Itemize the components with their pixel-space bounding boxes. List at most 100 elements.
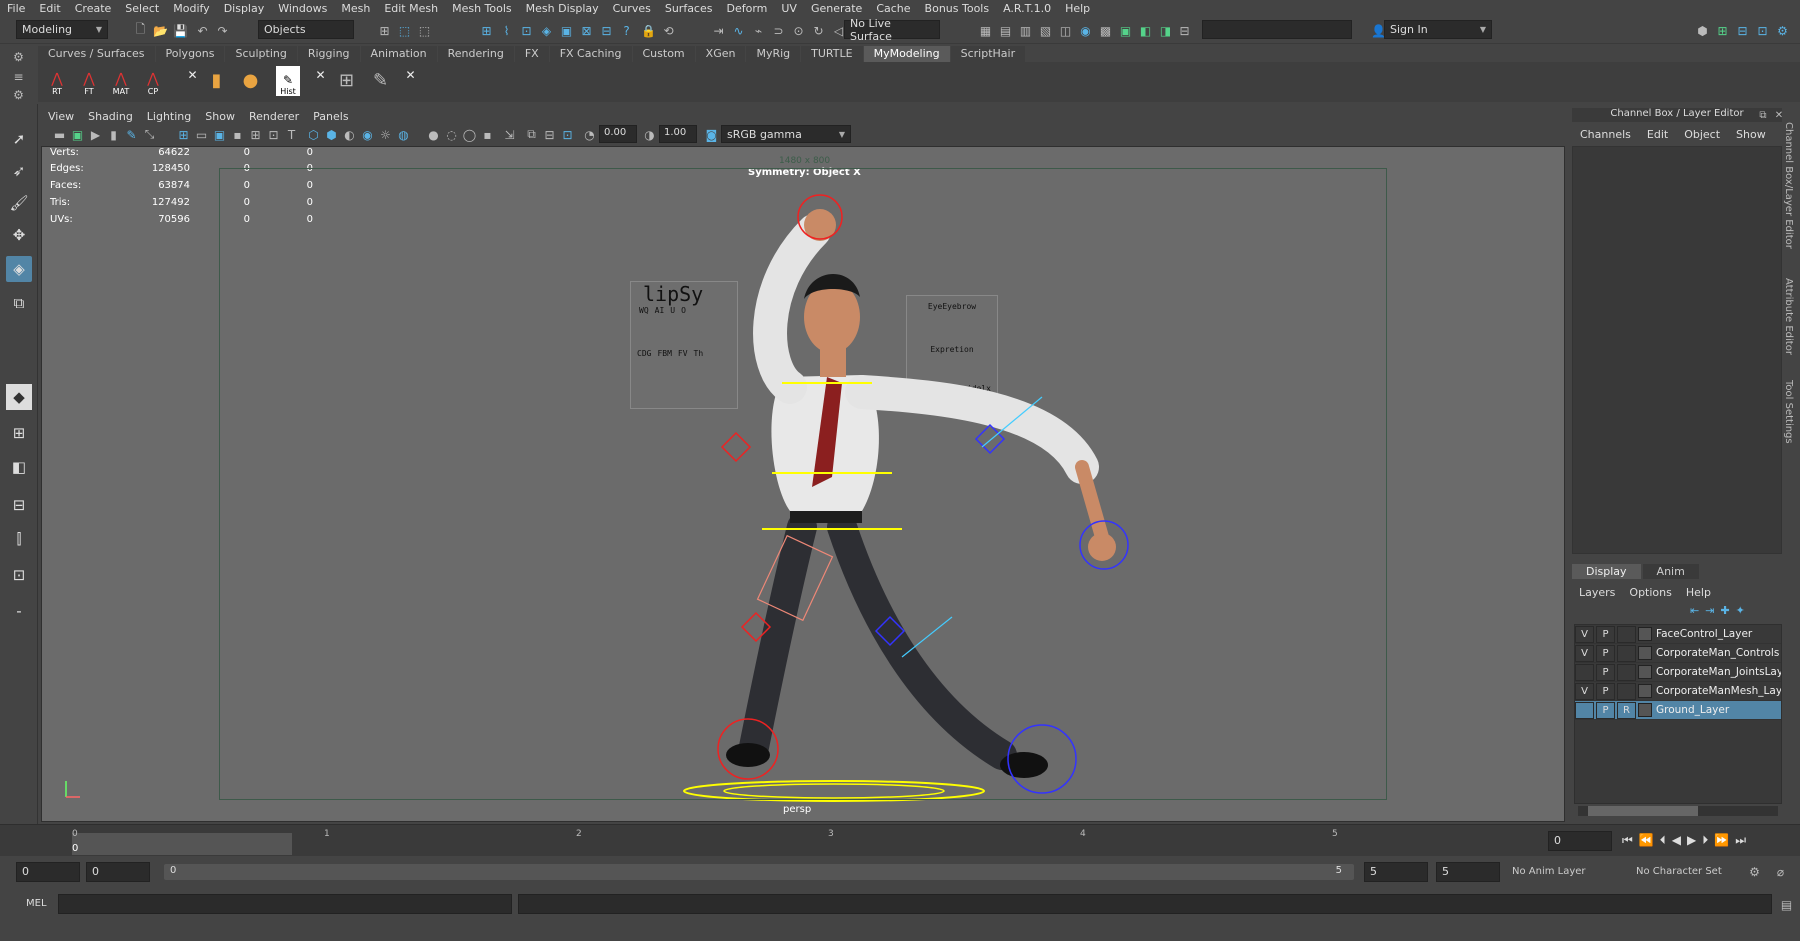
wireframe-on-shaded-icon[interactable]: ◐	[341, 126, 358, 143]
construction-icon[interactable]: ⌁	[750, 22, 767, 39]
wireframe-icon[interactable]: ⬡	[305, 126, 322, 143]
textured-icon[interactable]: ◉	[359, 126, 376, 143]
shelf-tab-sculpting[interactable]: Sculpting	[225, 46, 297, 62]
step-forward-frame-icon[interactable]: ⏵	[1702, 833, 1708, 848]
shelf-tab-fx[interactable]: FX	[514, 46, 549, 62]
new-scene-icon[interactable]: 🗋	[132, 22, 149, 39]
grid-icon[interactable]: ⊞	[338, 70, 355, 91]
shelf-tab-animation[interactable]: Animation	[360, 46, 437, 62]
time-slider[interactable]: 0 0 1 2 3 4 5 0 ⏮ ⏪ ⏴ ◀ ▶ ⏵ ⏩ ⏭	[0, 824, 1800, 856]
script-editor-icon[interactable]: ▤	[1778, 896, 1795, 913]
turtle-icon[interactable]: ◉	[1077, 22, 1094, 39]
render-settings-icon[interactable]: ▧	[1037, 22, 1054, 39]
tab-tool-settings[interactable]: Tool Settings	[1783, 380, 1794, 444]
shelf-tab-curves-surfaces[interactable]: Curves / Surfaces	[38, 46, 155, 62]
layer-row[interactable]: V P FaceControl_Layer	[1575, 625, 1781, 644]
shelf-tab-scripthair[interactable]: ScriptHair	[950, 46, 1026, 62]
close-icon[interactable]: ✕	[184, 66, 201, 83]
layer-visibility-toggle[interactable]	[1575, 701, 1594, 719]
layout-single-pane-icon[interactable]: ◆	[6, 384, 32, 410]
snap-curve-icon[interactable]: ⌇	[498, 22, 515, 39]
magnet-icon[interactable]: ⊃	[770, 22, 787, 39]
mel-label[interactable]: MEL	[26, 898, 47, 909]
motion-blur-icon[interactable]: ◌	[443, 126, 460, 143]
layer-playback-toggle[interactable]: P	[1596, 625, 1615, 643]
lasso-tool-icon[interactable]: ➶	[6, 158, 32, 184]
shelf-tab-rigging[interactable]: Rigging	[297, 46, 360, 62]
channel-menu-show[interactable]: Show	[1728, 128, 1774, 141]
lock-icon[interactable]: 🔒	[640, 22, 657, 39]
layout-four-pane-icon[interactable]: ⊞	[6, 420, 32, 446]
select-by-component-icon[interactable]: ⬚	[416, 22, 433, 39]
gamma-field[interactable]: 1.00	[659, 125, 697, 143]
layer-visibility-toggle[interactable]: V	[1575, 625, 1594, 643]
field-chart-icon[interactable]: ⊞	[247, 126, 264, 143]
history-icon[interactable]: ⟲	[660, 22, 677, 39]
twod-pan-icon[interactable]: ⤡	[141, 126, 158, 143]
select-tool-icon[interactable]: ➚	[6, 126, 32, 152]
snap-projected-icon[interactable]: ◈	[538, 22, 555, 39]
shelf-cp-icon[interactable]: ⋀ CP	[140, 66, 166, 96]
menu-edit-mesh[interactable]: Edit Mesh	[377, 2, 445, 15]
bucket-icon[interactable]: ▮	[208, 70, 225, 91]
ambient-occlusion-icon[interactable]: ●	[425, 126, 442, 143]
menu-windows[interactable]: Windows	[271, 2, 334, 15]
playback-end-field[interactable]: 5	[1364, 862, 1428, 882]
layer-display-type-toggle[interactable]: R	[1617, 701, 1636, 719]
tab-display[interactable]: Display	[1572, 564, 1641, 579]
toggle-panel-icon[interactable]: ⊟	[1176, 22, 1193, 39]
layer-playback-toggle[interactable]: P	[1596, 663, 1615, 681]
paint-select-icon[interactable]: 🖌	[6, 190, 32, 216]
layer-row[interactable]: P CorporateMan_JointsLay	[1575, 663, 1781, 682]
sign-in-button[interactable]: Sign In ▼	[1384, 20, 1492, 39]
move-layer-up-icon[interactable]: ⇤	[1690, 604, 1699, 617]
layer-display-type-toggle[interactable]	[1617, 682, 1636, 700]
undo-icon[interactable]: ↶	[194, 22, 211, 39]
menu-file[interactable]: File	[0, 2, 32, 15]
layer-visibility-toggle[interactable]	[1575, 663, 1594, 681]
channel-menu-edit[interactable]: Edit	[1639, 128, 1676, 141]
shelf-tab-fx-caching[interactable]: FX Caching	[549, 46, 632, 62]
render-view-icon[interactable]: ▦	[977, 22, 994, 39]
mel-input[interactable]	[58, 894, 512, 914]
lights-icon[interactable]: ☼	[377, 126, 394, 143]
workspace-icon[interactable]: ⬢	[1694, 22, 1711, 39]
menu-set-dropdown[interactable]: Modeling ▼	[16, 20, 108, 39]
open-scene-icon[interactable]: 📂	[152, 22, 169, 39]
layer-playback-toggle[interactable]: P	[1596, 701, 1615, 719]
shelf-tab-mymodeling[interactable]: MyModeling	[863, 46, 950, 62]
layer-menu-help[interactable]: Help	[1679, 586, 1718, 599]
menu-display[interactable]: Display	[217, 2, 272, 15]
select-by-object-icon[interactable]: ⬚	[396, 22, 413, 39]
xray-joints-icon[interactable]: ⊟	[541, 126, 558, 143]
time-track[interactable]: 0 0 1 2 3 4 5	[16, 829, 1538, 855]
float-panel-icon[interactable]: ⧉	[1756, 108, 1770, 122]
sphere-icon[interactable]: ●	[242, 70, 259, 91]
shelf-settings-icon[interactable]: ⚙	[10, 86, 27, 103]
step-back-frame-icon[interactable]: ⏴	[1660, 833, 1666, 848]
safe-action-icon[interactable]: ⊡	[265, 126, 282, 143]
anim-layer-dropdown[interactable]: No Anim Layer	[1512, 866, 1586, 877]
shadows-icon[interactable]: ◍	[395, 126, 412, 143]
layer-menu-options[interactable]: Options	[1622, 586, 1678, 599]
step-forward-key-icon[interactable]: ⏩	[1714, 833, 1729, 848]
save-scene-icon[interactable]: 💾	[172, 22, 189, 39]
shelf-mat-icon[interactable]: ⋀ MAT	[108, 66, 134, 96]
menu-edit[interactable]: Edit	[32, 2, 67, 15]
shelf-tab-myrig[interactable]: MyRig	[746, 46, 801, 62]
play-forward-icon[interactable]: ▶	[1687, 833, 1696, 848]
ipr-render-icon[interactable]: ▥	[1017, 22, 1034, 39]
animation-prefs-icon[interactable]: ⚙	[1746, 863, 1763, 880]
layer-visibility-toggle[interactable]: V	[1575, 682, 1594, 700]
new-layer-icon[interactable]: ✦	[1736, 604, 1745, 617]
viewport-menu-shading[interactable]: Shading	[81, 110, 140, 123]
layout-graph-icon[interactable]: ⊡	[6, 562, 32, 588]
channel-menu-channels[interactable]: Channels	[1572, 128, 1639, 141]
menu-create[interactable]: Create	[68, 2, 119, 15]
layer-scrollbar-thumb[interactable]	[1588, 806, 1698, 816]
isolate-select-icon[interactable]: ⇲	[501, 126, 518, 143]
circle-arrow-icon[interactable]: ↻	[810, 22, 827, 39]
menu-mesh-display[interactable]: Mesh Display	[519, 2, 606, 15]
layer-playback-toggle[interactable]: P	[1596, 682, 1615, 700]
exposure-field[interactable]: 0.00	[599, 125, 637, 143]
